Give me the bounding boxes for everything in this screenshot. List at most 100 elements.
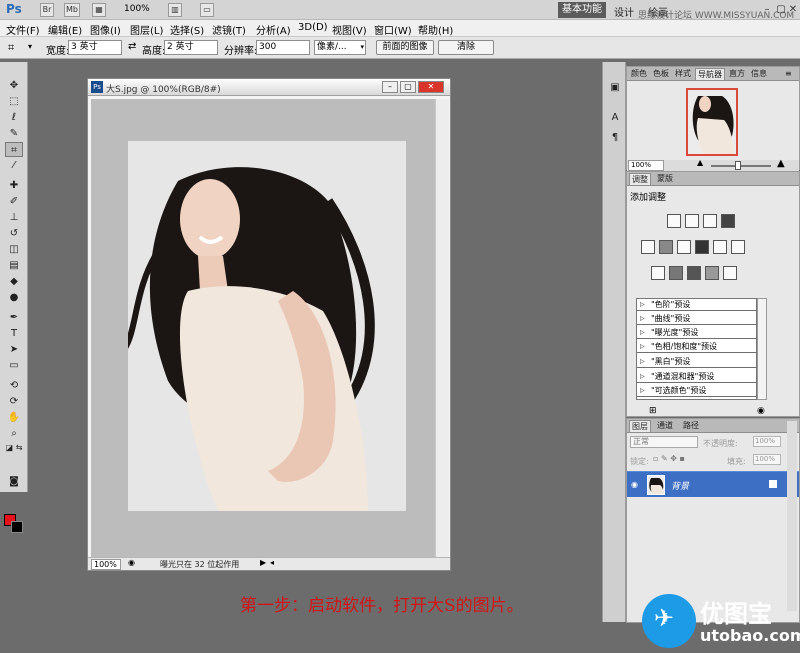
- height-input[interactable]: 2 英寸: [164, 40, 218, 55]
- eyedropper-tool-icon[interactable]: ⁄: [5, 158, 23, 173]
- tab-swatches[interactable]: 色板: [651, 68, 671, 80]
- tab-info[interactable]: 信息: [749, 68, 769, 80]
- document-zoom-field[interactable]: 100%: [91, 559, 121, 570]
- menu-file[interactable]: 文件(F): [6, 22, 40, 37]
- fill-input[interactable]: 100%: [753, 454, 781, 465]
- eraser-tool-icon[interactable]: ◫: [5, 242, 23, 257]
- default-colors-icon[interactable]: ◪ ⇆: [5, 440, 23, 455]
- tool-preset-chevron-icon[interactable]: ▾: [28, 42, 32, 51]
- invert-icon[interactable]: [651, 266, 665, 280]
- opacity-input[interactable]: 100%: [753, 436, 781, 447]
- crop-tool-icon[interactable]: ⌗: [5, 142, 23, 157]
- background-color-swatch[interactable]: [11, 521, 23, 533]
- clear-button[interactable]: 清除: [438, 40, 494, 55]
- selective-color-icon[interactable]: [723, 266, 737, 280]
- channel-mixer-icon[interactable]: [731, 240, 745, 254]
- blend-mode-select[interactable]: 正常: [630, 436, 698, 448]
- doc-close-icon[interactable]: ✕: [418, 81, 444, 93]
- tab-masks[interactable]: 蒙版: [655, 173, 675, 185]
- shape-tool-icon[interactable]: ▭: [5, 358, 23, 373]
- marquee-tool-icon[interactable]: ⬚: [5, 94, 23, 109]
- posterize-icon[interactable]: [669, 266, 683, 280]
- zoom-level[interactable]: 100%: [124, 4, 150, 14]
- minimize-icon[interactable]: –: [760, 3, 774, 16]
- document-title-bar[interactable]: Ps 大S.jpg @ 100%(RGB/8#) – ▢ ✕: [88, 79, 450, 96]
- layer-row-background[interactable]: ◉ 背景: [627, 471, 799, 497]
- mini-bridge-icon[interactable]: Mb: [64, 3, 80, 17]
- photo-filter-icon[interactable]: [713, 240, 727, 254]
- panel-menu-icon[interactable]: ≡: [783, 68, 794, 80]
- navigator-zoom-field[interactable]: 100%: [628, 160, 664, 171]
- status-menu-icon[interactable]: ◉: [128, 558, 135, 567]
- menu-filter[interactable]: 滤镜(T): [212, 22, 246, 37]
- 3d-rotate-tool-icon[interactable]: ⟲: [5, 378, 23, 393]
- curves-icon[interactable]: [703, 214, 717, 228]
- threshold-icon[interactable]: [687, 266, 701, 280]
- quick-mask-icon[interactable]: ◙: [5, 474, 23, 489]
- hand-tool-icon[interactable]: ✋: [5, 410, 23, 425]
- levels-icon[interactable]: [685, 214, 699, 228]
- brush-tool-icon[interactable]: ✐: [5, 194, 23, 209]
- document-canvas[interactable]: [91, 99, 435, 557]
- vibrance-icon[interactable]: [641, 240, 655, 254]
- preset-exposure[interactable]: "曝光度"预设: [637, 327, 756, 339]
- screen-mode-icon[interactable]: ▭: [200, 3, 214, 17]
- menu-window[interactable]: 窗口(W): [374, 22, 412, 37]
- lasso-tool-icon[interactable]: ℓ: [5, 110, 23, 125]
- front-image-button[interactable]: 前面的图像: [376, 40, 434, 55]
- healing-brush-tool-icon[interactable]: ✚: [5, 178, 23, 193]
- expand-view-icon[interactable]: ◉: [757, 406, 765, 416]
- doc-minimize-icon[interactable]: –: [382, 81, 398, 93]
- menu-select[interactable]: 选择(S): [170, 22, 204, 37]
- status-arrow-icon[interactable]: ▶: [260, 558, 266, 567]
- exposure-icon[interactable]: [721, 214, 735, 228]
- preset-curves[interactable]: "曲线"预设: [637, 313, 756, 325]
- eye-icon[interactable]: ◉: [631, 480, 638, 489]
- 3d-orbit-tool-icon[interactable]: ⟳: [5, 394, 23, 409]
- zoom-slider-handle[interactable]: [735, 161, 741, 170]
- gradient-tool-icon[interactable]: ▤: [5, 258, 23, 273]
- menu-3d[interactable]: 3D(D): [298, 22, 328, 33]
- close-icon[interactable]: ✕: [786, 3, 800, 16]
- scroll-left-icon[interactable]: ◂: [270, 558, 274, 567]
- zoom-slider[interactable]: [711, 165, 771, 167]
- lock-options-icon[interactable]: ▫ ✎ ✥ ▪: [653, 454, 685, 463]
- color-balance-icon[interactable]: [677, 240, 691, 254]
- clone-stamp-tool-icon[interactable]: ⊥: [5, 210, 23, 225]
- tab-paths[interactable]: 路径: [681, 420, 701, 432]
- preset-hue-saturation[interactable]: "色相/饱和度"预设: [637, 341, 756, 353]
- presets-scrollbar[interactable]: [757, 298, 767, 400]
- gradient-map-icon[interactable]: [705, 266, 719, 280]
- tab-styles[interactable]: 样式: [673, 68, 693, 80]
- history-panel-icon[interactable]: ▣: [607, 80, 623, 95]
- tab-layers[interactable]: 图层: [629, 420, 651, 432]
- doc-restore-icon[interactable]: ▢: [400, 81, 416, 93]
- navigator-thumbnail[interactable]: [686, 88, 738, 156]
- preset-channel-mixer[interactable]: "通道混和器"预设: [637, 371, 756, 383]
- black-white-icon[interactable]: [695, 240, 709, 254]
- paragraph-panel-icon[interactable]: ¶: [607, 130, 623, 145]
- workspace-design-button[interactable]: 设计: [614, 4, 634, 19]
- path-select-tool-icon[interactable]: ➤: [5, 342, 23, 357]
- preset-levels[interactable]: "色阶"预设: [637, 299, 756, 311]
- menu-layer[interactable]: 图层(L): [130, 22, 163, 37]
- menu-help[interactable]: 帮助(H): [418, 22, 453, 37]
- zoom-out-icon[interactable]: ▲: [697, 158, 703, 167]
- history-brush-tool-icon[interactable]: ↺: [5, 226, 23, 241]
- preset-black-white[interactable]: "黑白"预设: [637, 356, 756, 368]
- quick-select-tool-icon[interactable]: ✎: [5, 126, 23, 141]
- character-panel-icon[interactable]: A: [607, 110, 623, 125]
- zoom-tool-icon[interactable]: ⌕: [5, 426, 23, 441]
- menu-analysis[interactable]: 分析(A): [256, 22, 291, 37]
- hue-saturation-icon[interactable]: [659, 240, 673, 254]
- tab-adjustments[interactable]: 调整: [629, 173, 651, 185]
- tab-channels[interactable]: 通道: [655, 420, 675, 432]
- blur-tool-icon[interactable]: ◆: [5, 274, 23, 289]
- tab-histogram[interactable]: 直方: [727, 68, 747, 80]
- zoom-in-icon[interactable]: ▲: [777, 158, 785, 169]
- brightness-contrast-icon[interactable]: [667, 214, 681, 228]
- bridge-icon[interactable]: Br: [40, 3, 54, 17]
- layers-scrollbar[interactable]: [787, 421, 797, 611]
- move-tool-icon[interactable]: ✥: [5, 78, 23, 93]
- menu-image[interactable]: 图像(I): [90, 22, 121, 37]
